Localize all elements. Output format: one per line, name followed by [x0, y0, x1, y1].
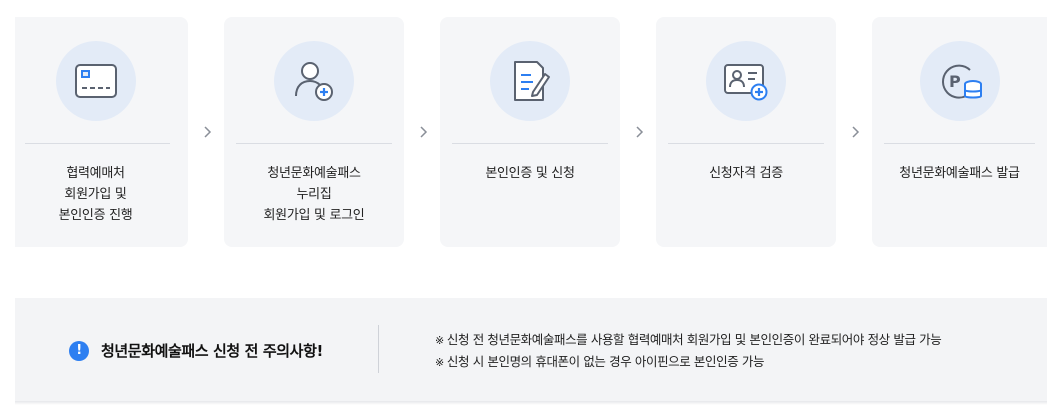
notice-title-text: 청년문화예술패스 신청 전 주의사항! — [101, 342, 323, 360]
chevron-right-icon — [415, 124, 431, 140]
document-edit-icon — [514, 61, 550, 101]
process-steps: 협력예매처 회원가입 및 본인인증 진행 청년문화예술패스 누리집 회원가입 및… — [0, 0, 1061, 265]
step-label: 본인인증 및 신청 — [485, 166, 575, 181]
notice-title: ! 청년문화예술패스 신청 전 주의사항! — [69, 340, 323, 361]
step-card-2: 청년문화예술패스 누리집 회원가입 및 로그인 — [224, 17, 404, 247]
notice-item: 신청 전 청년문화예술패스를 사용할 협력예매처 회원가입 및 본인인증이 완료… — [435, 329, 942, 351]
step-divider — [452, 143, 608, 144]
id-card-add-icon — [724, 64, 768, 101]
notice-separator — [378, 325, 379, 373]
notice-box: ! 청년문화예술패스 신청 전 주의사항! 신청 전 청년문화예술패스를 사용할… — [15, 298, 1047, 401]
points-coin-icon: P — [941, 64, 982, 99]
step-icon-circle — [490, 41, 570, 121]
step-divider — [236, 143, 392, 144]
step-label: 신청자격 검증 — [709, 166, 783, 181]
step-divider — [668, 143, 824, 144]
svg-text:P: P — [949, 72, 961, 91]
chevron-right-icon — [199, 124, 215, 140]
chevron-right-icon — [631, 124, 647, 140]
step-icon-circle — [274, 41, 354, 121]
step-label: 협력예매처 회원가입 및 본인인증 진행 — [58, 166, 133, 223]
step-icon-circle: P — [919, 41, 1000, 121]
notice-item: 신청 시 본인명의 휴대폰이 없는 경우 아이핀으로 본인인증 가능 — [435, 351, 941, 373]
step-card-3: 본인인증 및 신청 — [440, 17, 620, 247]
notice-list: 신청 전 청년문화예술패스를 사용할 협력예매처 회원가입 및 본인인증이 완료… — [435, 329, 942, 373]
notice-shadow — [15, 401, 1047, 405]
step-divider — [884, 143, 1035, 144]
step-icon-circle — [706, 41, 786, 121]
card-icon — [74, 64, 117, 98]
chevron-right-icon — [847, 124, 863, 140]
step-card-5: P 청년문화예술패스 발급 — [872, 17, 1047, 247]
step-label: 청년문화예술패스 발급 — [899, 166, 1020, 181]
user-add-icon — [295, 62, 333, 101]
step-card-4: 신청자격 검증 — [656, 17, 836, 247]
exclamation-icon: ! — [69, 340, 89, 361]
step-icon-circle — [55, 41, 136, 121]
step-divider — [25, 143, 170, 144]
step-card-1: 협력예매처 회원가입 및 본인인증 진행 — [15, 17, 188, 247]
step-label: 청년문화예술패스 누리집 회원가입 및 로그인 — [263, 166, 365, 223]
